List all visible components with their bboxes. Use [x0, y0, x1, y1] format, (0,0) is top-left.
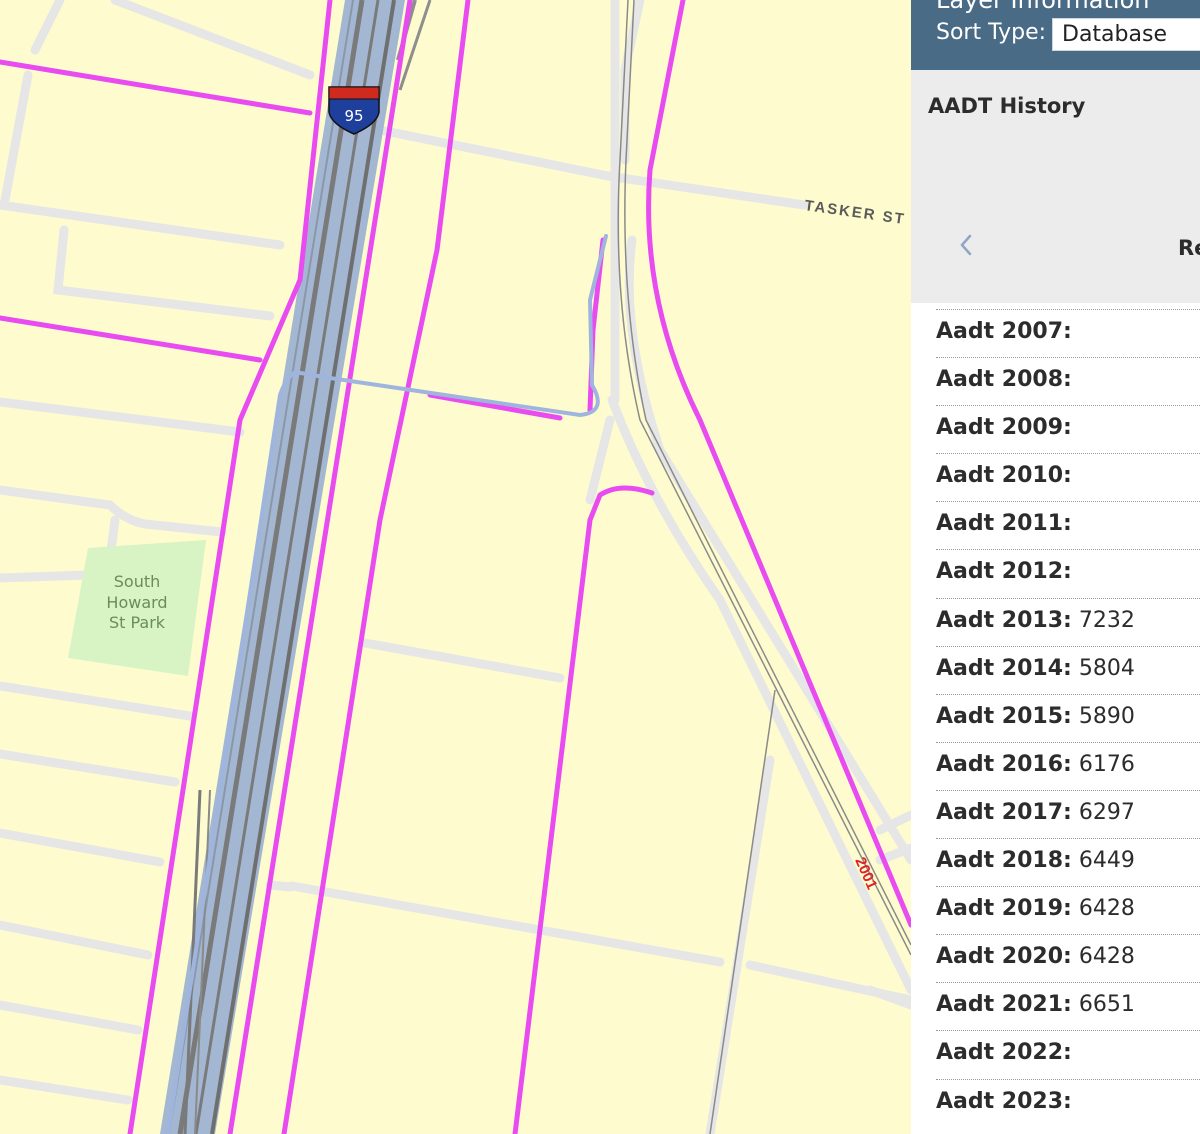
aadt-value: 6449: [1071, 848, 1135, 874]
aadt-row-label: Aadt 2008:: [936, 367, 1072, 392]
aadt-history-title: AADT History: [928, 94, 1086, 118]
street-label-tasker: TASKER ST: [803, 197, 906, 228]
aadt-year-label: Aadt 2013:: [936, 607, 1072, 633]
aadt-row: Aadt 2011:: [936, 501, 1200, 549]
aadt-row: Aadt 2017: 6297: [936, 789, 1200, 838]
aadt-value: 6428: [1071, 944, 1135, 970]
aadt-year-label: Aadt 2022:: [936, 1040, 1072, 1066]
layer-information-panel: Layer Information Sort Type: Database AA…: [911, 0, 1200, 1134]
aadt-row: Aadt 2015: 5890: [936, 693, 1200, 742]
aadt-value: 6428: [1071, 896, 1135, 922]
aadt-row-label: Aadt 2020: 6428: [936, 944, 1135, 969]
aadt-row-label: Aadt 2013: 7232: [936, 608, 1135, 633]
panel-title: Layer Information: [936, 0, 1150, 14]
aadt-year-label: Aadt 2007:: [936, 319, 1072, 344]
aadt-row-label: Aadt 2009:: [936, 415, 1072, 440]
aadt-value: 6297: [1071, 799, 1135, 825]
aadt-year-label: Aadt 2011:: [936, 511, 1072, 537]
aadt-value: 5890: [1071, 703, 1135, 729]
aadt-row: Aadt 2018: 6449: [936, 838, 1200, 886]
aadt-row-label: Aadt 2022:: [936, 1040, 1072, 1065]
aadt-year-label: Aadt 2016:: [936, 751, 1072, 777]
map-canvas[interactable]: TASKER ST South Howard St Park 2001 95: [0, 0, 911, 1134]
aadt-row-label: Aadt 2021: 6651: [936, 992, 1135, 1017]
aadt-row-label: Aadt 2019: 6428: [936, 896, 1135, 921]
panel-header: Layer Information Sort Type: Database: [911, 0, 1200, 70]
aadt-value: 5804: [1071, 655, 1135, 681]
aadt-year-label: Aadt 2019:: [936, 896, 1072, 922]
map-view[interactable]: TASKER ST South Howard St Park 2001 95: [0, 0, 911, 1134]
aadt-year-label: Aadt 2009:: [936, 415, 1072, 441]
aadt-row-label: Aadt 2015: 5890: [936, 704, 1135, 729]
aadt-year-label: Aadt 2015:: [936, 703, 1072, 729]
sort-type-label: Sort Type:: [936, 20, 1047, 45]
aadt-row-label: Aadt 2017: 6297: [936, 800, 1135, 825]
aadt-year-label: Aadt 2018:: [936, 848, 1072, 874]
aadt-year-label: Aadt 2008:: [936, 367, 1072, 393]
aadt-row-label: Aadt 2007:: [936, 319, 1072, 344]
aadt-row: Aadt 2014: 5804: [936, 645, 1200, 694]
aadt-rows-list: Aadt 2007: Aadt 2008: Aadt 2009: Aadt 2010:…: [936, 309, 1200, 1127]
aadt-row-label: Aadt 2016: 6176: [936, 752, 1135, 777]
aadt-year-label: Aadt 2021:: [936, 992, 1072, 1018]
aadt-value: 7232: [1071, 607, 1135, 633]
aadt-year-label: Aadt 2014:: [936, 655, 1072, 681]
aadt-row: Aadt 2019: 6428: [936, 886, 1200, 934]
aadt-row-label: Aadt 2023:: [936, 1089, 1072, 1114]
aadt-year-label: Aadt 2010:: [936, 463, 1072, 489]
aadt-row: Aadt 2013: 7232: [936, 597, 1200, 646]
aadt-row: Aadt 2012:: [936, 549, 1200, 597]
aadt-row: Aadt 2021: 6651: [936, 982, 1200, 1030]
aadt-year-label: Aadt 2017:: [936, 799, 1072, 825]
aadt-row: Aadt 2022:: [936, 1030, 1200, 1078]
aadt-row: Aadt 2023:: [936, 1078, 1200, 1127]
aadt-year-label: Aadt 2012:: [936, 559, 1072, 585]
history-right-label: Re: [1178, 236, 1200, 260]
aadt-row: Aadt 2010:: [936, 453, 1200, 501]
aadt-row: Aadt 2016: 6176: [936, 741, 1200, 790]
aadt-row: Aadt 2008:: [936, 357, 1200, 405]
aadt-year-label: Aadt 2020:: [936, 944, 1072, 970]
aadt-year-label: Aadt 2023:: [936, 1088, 1072, 1114]
aadt-row-label: Aadt 2012:: [936, 559, 1072, 584]
aadt-row-label: Aadt 2014: 5804: [936, 656, 1135, 681]
aadt-value: 6651: [1071, 992, 1135, 1018]
aadt-value: 6176: [1071, 751, 1135, 777]
aadt-row-label: Aadt 2018: 6449: [936, 848, 1135, 873]
chevron-left-icon[interactable]: [956, 230, 976, 260]
sort-type-select[interactable]: Database: [1052, 18, 1200, 51]
park-label-line-3: St Park: [109, 613, 166, 632]
park-label-line-1: South: [114, 572, 161, 591]
aadt-history-section: AADT History Re: [911, 70, 1200, 303]
aadt-row-label: Aadt 2011:: [936, 511, 1072, 536]
aadt-row-label: Aadt 2010:: [936, 463, 1072, 488]
aadt-row: Aadt 2007:: [936, 309, 1200, 357]
park-label-line-2: Howard: [106, 593, 167, 612]
interstate-shield-number: 95: [344, 107, 363, 125]
aadt-row: Aadt 2009:: [936, 405, 1200, 453]
aadt-row: Aadt 2020: 6428: [936, 934, 1200, 982]
